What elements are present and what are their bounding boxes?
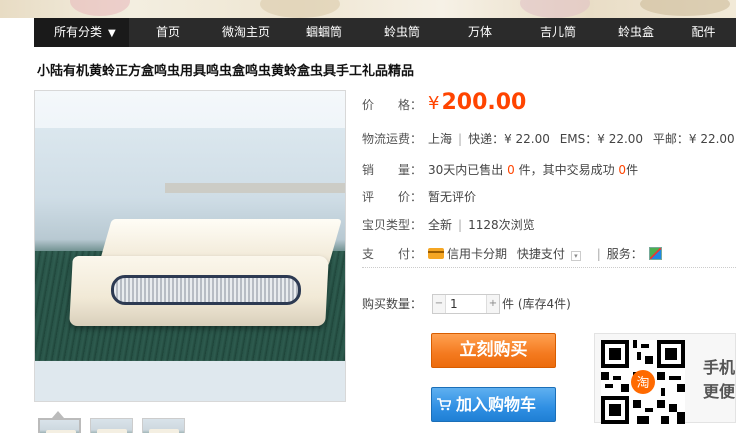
service-label: 服务： xyxy=(606,247,643,261)
add-to-cart-label: 加入购物车 xyxy=(456,395,537,414)
quantity-increase-button[interactable]: + xyxy=(487,295,499,313)
nav-item-weitao[interactable]: 微淘主页 xyxy=(207,18,285,47)
mobile-promo-text: 手机 更便 xyxy=(703,356,735,404)
nav-item-jier[interactable]: 吉儿筒 xyxy=(519,18,597,47)
header-banner xyxy=(0,0,736,18)
top-nav: 所有分类 ▼ 首页 微淘主页 蝈蝈筒 蛉虫筒 万体 吉儿筒 蛉虫盒 配件 xyxy=(34,18,736,47)
price-currency: ¥ xyxy=(428,93,440,114)
payment-label: 支 付： xyxy=(362,247,423,261)
sales-label: 销 量： xyxy=(362,163,423,177)
item-condition: 全新 xyxy=(428,218,453,232)
sales-suffix: 件 xyxy=(626,163,639,177)
shipping-ems: EMS：¥ 22.00 xyxy=(559,132,644,146)
thumbnail-3-preview xyxy=(149,429,179,433)
payment-quick-pay[interactable]: 快捷支付 xyxy=(517,247,565,261)
photo-shelf xyxy=(165,183,345,193)
quantity-input[interactable] xyxy=(445,295,487,313)
quantity-label: 购买数量： xyxy=(362,296,423,311)
shipping-label: 物流运费： xyxy=(362,132,423,146)
nav-item-wanti[interactable]: 万体 xyxy=(441,18,519,47)
item-type-label: 宝贝类型： xyxy=(362,218,423,232)
thumbnail-2[interactable] xyxy=(90,418,133,433)
rating-value: 暂无评价 xyxy=(428,190,477,204)
photo-box-vent xyxy=(111,275,301,305)
price-row: 价 格： ¥200.00 xyxy=(362,90,526,115)
dropdown-arrow-icon[interactable]: ▾ xyxy=(570,251,581,261)
nav-item-accessories[interactable]: 配件 xyxy=(675,18,732,47)
payment-installment[interactable]: 信用卡分期 xyxy=(447,247,507,261)
shipping-row: 物流运费： 上海 | 快递：¥ 22.00 EMS：¥ 22.00 平邮：¥ 22.0… xyxy=(362,130,735,147)
shipping-origin[interactable]: 上海 xyxy=(428,132,452,146)
nav-item-guoguo[interactable]: 蝈蝈筒 xyxy=(285,18,363,47)
item-views: 1128次浏览 xyxy=(468,218,535,232)
credit-card-icon xyxy=(428,248,444,259)
shipping-surface: 平邮：¥ 22.00 xyxy=(652,132,735,146)
separator: | xyxy=(458,132,463,146)
buy-now-button[interactable]: 立刻购买 xyxy=(431,333,556,368)
sales-sold-count: 0 xyxy=(507,163,515,177)
add-to-cart-button[interactable]: 加入购物车 xyxy=(431,387,556,422)
all-categories-label: 所有分类 xyxy=(54,25,103,39)
mobile-qr-panel: 淘 手机 更便 xyxy=(594,333,736,424)
separator: | xyxy=(458,218,463,232)
payment-row: 支 付： 信用卡分期 快捷支付 ▾ | 服务： xyxy=(362,245,662,262)
product-main-image[interactable] xyxy=(34,90,346,402)
quantity-stepper: − + xyxy=(432,294,500,314)
sales-prefix: 30天内已售出 xyxy=(428,163,504,177)
thumbnail-2-preview xyxy=(97,429,127,433)
thumbnail-indicator-icon xyxy=(52,411,64,418)
quantity-decrease-button[interactable]: − xyxy=(433,295,445,313)
rating-label: 评 价： xyxy=(362,190,423,204)
shipping-express: 快递：¥ 22.00 xyxy=(468,132,550,146)
sales-success-count: 0 xyxy=(618,163,627,177)
mobile-promo-line-2: 更便 xyxy=(703,382,736,401)
thumbnail-1[interactable] xyxy=(38,418,81,433)
nav-item-home[interactable]: 首页 xyxy=(129,18,207,47)
caret-down-icon: ▼ xyxy=(108,28,116,39)
svg-text:淘: 淘 xyxy=(637,376,650,391)
sales-row: 销 量： 30天内已售出 0 件，其中交易成功 0件 xyxy=(362,161,638,178)
all-categories-menu[interactable]: 所有分类 ▼ xyxy=(34,18,129,47)
rating-row: 评 价： 暂无评价 xyxy=(362,188,476,205)
separator: | xyxy=(596,247,601,261)
sales-mid: 件，其中交易成功 xyxy=(518,163,615,177)
price-label: 价 格： xyxy=(362,98,423,112)
thumbnail-strip xyxy=(38,418,185,433)
price-value: 200.00 xyxy=(441,90,527,115)
thumbnail-3[interactable] xyxy=(142,418,185,433)
item-type-row: 宝贝类型： 全新 | 1128次浏览 xyxy=(362,216,535,233)
quantity-row: 购买数量： − + 件 (库存4件) xyxy=(362,294,571,314)
stock-info: 件 (库存4件) xyxy=(502,296,571,311)
nav-item-lingchong-box[interactable]: 蛉虫盒 xyxy=(597,18,675,47)
nav-item-lingchong-tube[interactable]: 蛉虫筒 xyxy=(363,18,441,47)
service-guarantee-icon[interactable] xyxy=(648,247,662,260)
cart-icon xyxy=(437,398,451,411)
qr-badge-text: 淘 xyxy=(637,376,650,391)
mobile-promo-line-1: 手机 xyxy=(703,358,736,377)
product-title: 小陆有机黄蛉正方盒鸣虫用具鸣虫盒鸣虫黄蛉盒虫具手工礼品精品 xyxy=(37,64,415,79)
properties-divider xyxy=(362,267,736,268)
